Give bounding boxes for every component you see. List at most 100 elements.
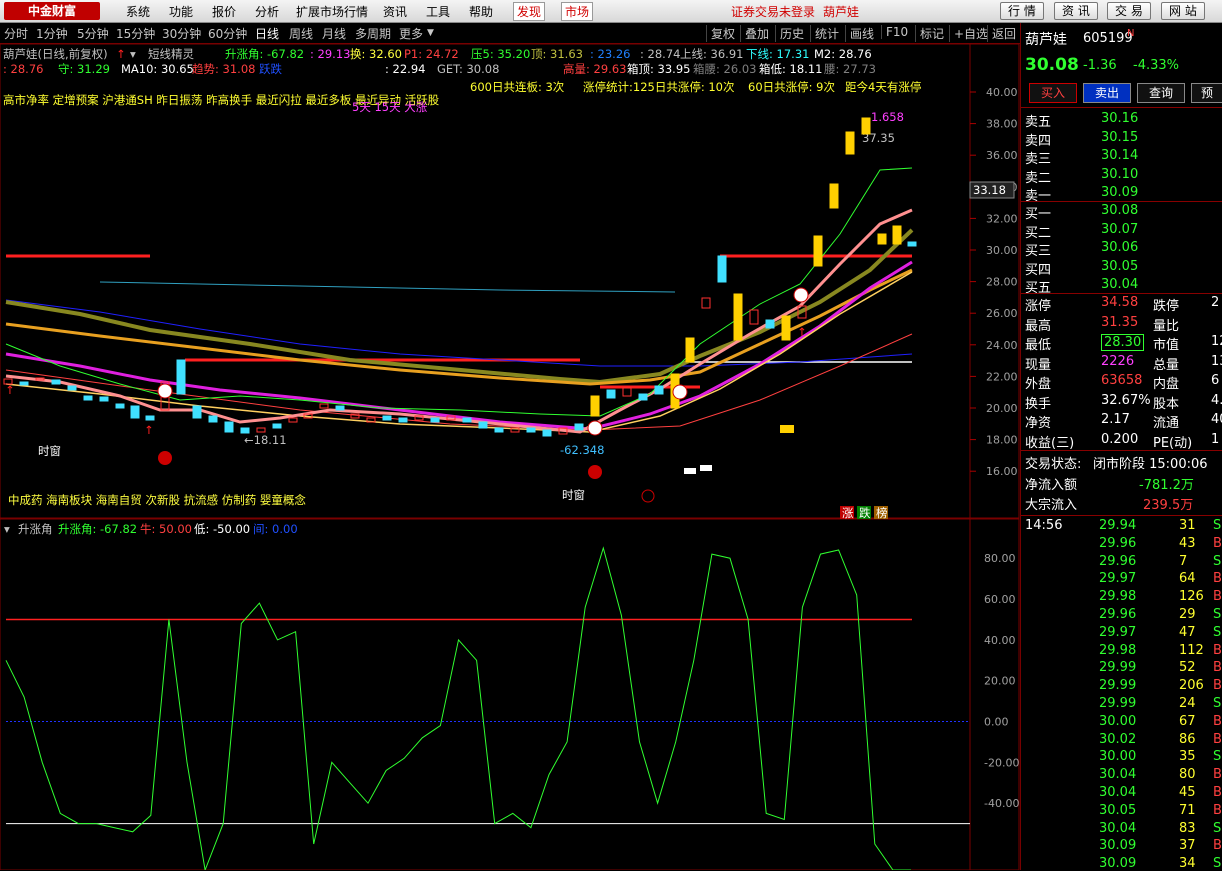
sub-indicator-name[interactable]: 升涨角 bbox=[18, 522, 53, 536]
tick-side: S bbox=[1213, 624, 1222, 640]
ask-price[interactable]: 30.15 bbox=[1101, 130, 1138, 145]
menu-system[interactable]: 系统 bbox=[126, 3, 150, 20]
tick-volume: 80 bbox=[1179, 767, 1196, 783]
tick-volume: 29 bbox=[1179, 607, 1196, 622]
bid-price[interactable]: 30.08 bbox=[1101, 203, 1138, 218]
net-inflow-value: -781.2万 bbox=[1139, 478, 1194, 493]
menu-quote[interactable]: 报价 bbox=[212, 3, 236, 20]
sub-tick: 40.00 bbox=[984, 634, 1016, 647]
period-multi[interactable]: 多周期 bbox=[355, 25, 391, 42]
check-icon[interactable]: ▾ bbox=[130, 47, 136, 61]
rise-angle-line bbox=[5, 546, 911, 870]
divider bbox=[1021, 450, 1222, 451]
period-30min[interactable]: 30分钟 bbox=[162, 25, 201, 42]
candle bbox=[208, 415, 218, 423]
period-15min[interactable]: 15分钟 bbox=[116, 25, 155, 42]
bid-price[interactable]: 30.06 bbox=[1101, 240, 1138, 255]
ask-price[interactable]: 30.16 bbox=[1101, 111, 1138, 126]
period-timeshare[interactable]: 分时 bbox=[4, 25, 28, 42]
price-change-pct: -4.33% bbox=[1133, 58, 1179, 73]
sell-button[interactable]: 卖出 bbox=[1083, 83, 1131, 103]
menu-ext-market[interactable]: 扩展市场行情 bbox=[296, 3, 368, 20]
sub-low-value: 低: -50.00 bbox=[194, 522, 250, 536]
stat-value-2: 4. bbox=[1211, 392, 1222, 408]
menu-news[interactable]: 资讯 bbox=[383, 3, 407, 20]
hdr-top: 顶: 31.63 bbox=[531, 47, 583, 61]
menu-function[interactable]: 功能 bbox=[169, 3, 193, 20]
ask-price[interactable]: 30.09 bbox=[1101, 185, 1138, 200]
ask-level-label: 卖四 bbox=[1025, 133, 1052, 149]
trade-button[interactable]: 交 易 bbox=[1107, 2, 1151, 20]
sub-tick: 0.00 bbox=[984, 716, 1009, 729]
period-weekly[interactable]: 周线 bbox=[289, 25, 313, 42]
sub-collapse-icon[interactable]: ▾ bbox=[4, 522, 10, 536]
menu-tools[interactable]: 工具 bbox=[426, 3, 450, 20]
stat-value-2: 40 bbox=[1211, 412, 1222, 427]
menu-analysis[interactable]: 分析 bbox=[255, 3, 279, 20]
ask-price[interactable]: 30.10 bbox=[1101, 167, 1138, 182]
indicator-name[interactable]: 短线精灵 bbox=[148, 47, 194, 61]
hdr-swap: 换: 32.60 bbox=[350, 47, 402, 61]
sub-tick: 80.00 bbox=[984, 552, 1016, 565]
period-more[interactable]: 更多 bbox=[399, 25, 423, 42]
bid-price[interactable]: 30.05 bbox=[1101, 259, 1138, 274]
bid-level-label: 买一 bbox=[1025, 207, 1052, 222]
tool-adjust[interactable]: 复权 bbox=[706, 25, 735, 42]
net-inflow-label: 净流入额 bbox=[1025, 478, 1078, 493]
tick-price: 29.96 bbox=[1099, 535, 1137, 551]
candle bbox=[606, 389, 616, 399]
period-daily[interactable]: 日线 bbox=[255, 25, 279, 42]
chevron-down-icon[interactable]: ▼ bbox=[427, 28, 434, 38]
high-annotation-2: 1.658 bbox=[871, 110, 904, 124]
hdr-jump: 跃跌 bbox=[259, 62, 282, 76]
tick-volume: 67 bbox=[1179, 713, 1196, 729]
up-arrow-icon-3: ↑ bbox=[797, 325, 807, 339]
chart-canvas[interactable]: 葫芦娃(日线,前复权) ↑ ▾ 短线精灵 升涨角: -67.82 : 29.13… bbox=[0, 44, 1020, 870]
tool-stats[interactable]: 统计 bbox=[810, 25, 839, 42]
menu-help[interactable]: 帮助 bbox=[469, 3, 493, 20]
website-button[interactable]: 网 站 bbox=[1161, 2, 1205, 20]
period-1min[interactable]: 1分钟 bbox=[36, 25, 68, 42]
candle bbox=[861, 117, 871, 135]
new-flag: N bbox=[1127, 28, 1135, 39]
tool-history[interactable]: 历史 bbox=[775, 25, 804, 42]
tick-volume: 52 bbox=[1179, 660, 1196, 676]
stock-link[interactable]: 葫芦娃 bbox=[823, 3, 859, 20]
tool-add-favorite[interactable]: +自选 bbox=[949, 25, 988, 42]
bid-price[interactable]: 30.07 bbox=[1101, 222, 1138, 237]
tick-side: B bbox=[1213, 535, 1222, 551]
ask-level-label: 卖三 bbox=[1025, 152, 1052, 167]
more-button[interactable]: 预 bbox=[1191, 83, 1222, 103]
hdr-v3: : 28.74 bbox=[640, 47, 680, 61]
sub-cow-value: 牛: 50.00 bbox=[140, 522, 192, 536]
price-axis: 40.0038.0036.0034.0032.0030.0028.0026.00… bbox=[970, 86, 1018, 478]
news-button[interactable]: 资 讯 bbox=[1054, 2, 1098, 20]
candle bbox=[145, 415, 155, 421]
period-60min[interactable]: 60分钟 bbox=[208, 25, 247, 42]
tool-f10[interactable]: F10 bbox=[881, 25, 908, 39]
quote-button[interactable]: 行 情 bbox=[1000, 2, 1044, 20]
query-button[interactable]: 查询 bbox=[1137, 83, 1185, 103]
login-notice[interactable]: 证券交易未登录 bbox=[731, 3, 815, 20]
hdr-get: GET: 30.08 bbox=[437, 62, 499, 76]
stat-big-rise: 5天 15天 大涨 bbox=[352, 100, 428, 114]
sub-mid-value: 间: 0.00 bbox=[253, 522, 298, 536]
sub-pane-border bbox=[0, 518, 1020, 870]
tick-side: S bbox=[1213, 696, 1222, 711]
stat-label: 净资 bbox=[1025, 416, 1052, 431]
period-monthly[interactable]: 月线 bbox=[322, 25, 346, 42]
period-5min[interactable]: 5分钟 bbox=[77, 25, 109, 42]
tool-back[interactable]: 返回 bbox=[987, 25, 1016, 42]
ask-price[interactable]: 30.14 bbox=[1101, 148, 1138, 163]
tool-draw[interactable]: 画线 bbox=[845, 25, 874, 42]
bid-price[interactable]: 30.04 bbox=[1101, 277, 1138, 292]
tool-mark[interactable]: 标记 bbox=[915, 25, 944, 42]
tool-overlay[interactable]: 叠加 bbox=[740, 25, 769, 42]
list-tag: 榜 bbox=[876, 506, 888, 520]
sub-tick: 60.00 bbox=[984, 593, 1016, 606]
buy-button[interactable]: 买入 bbox=[1029, 83, 1077, 103]
menu-market[interactable]: 市场 bbox=[561, 2, 594, 21]
stat-label-2: 内盘 bbox=[1153, 377, 1180, 392]
hdr-guard: 守: 31.29 bbox=[58, 62, 110, 76]
menu-discover[interactable]: 发现 bbox=[513, 2, 546, 21]
